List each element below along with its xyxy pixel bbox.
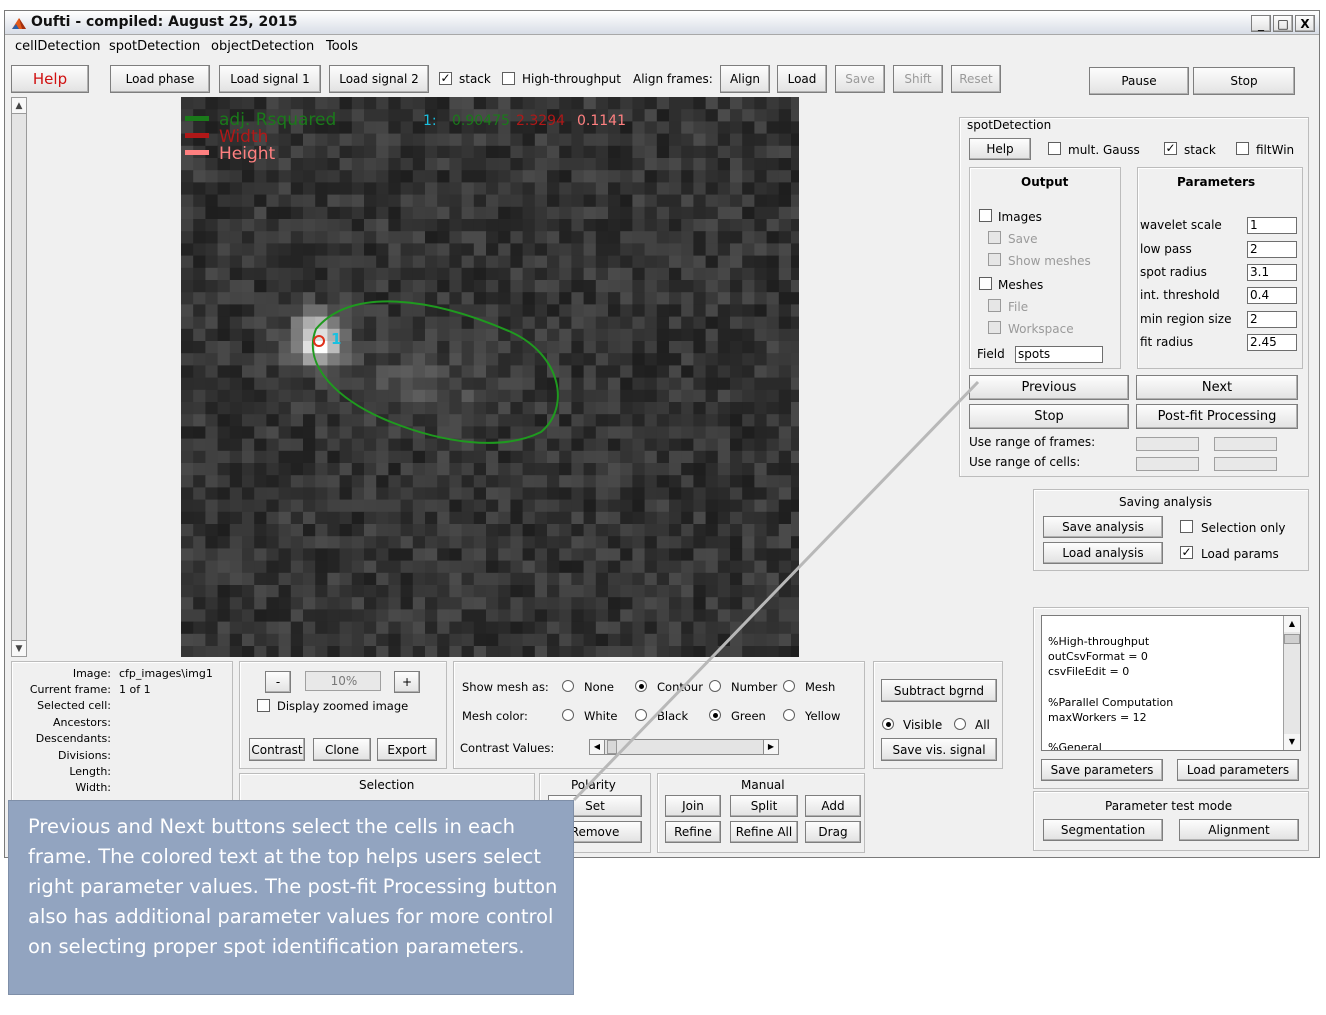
- annotation-text: Previous and Next buttons select the cel…: [28, 815, 558, 958]
